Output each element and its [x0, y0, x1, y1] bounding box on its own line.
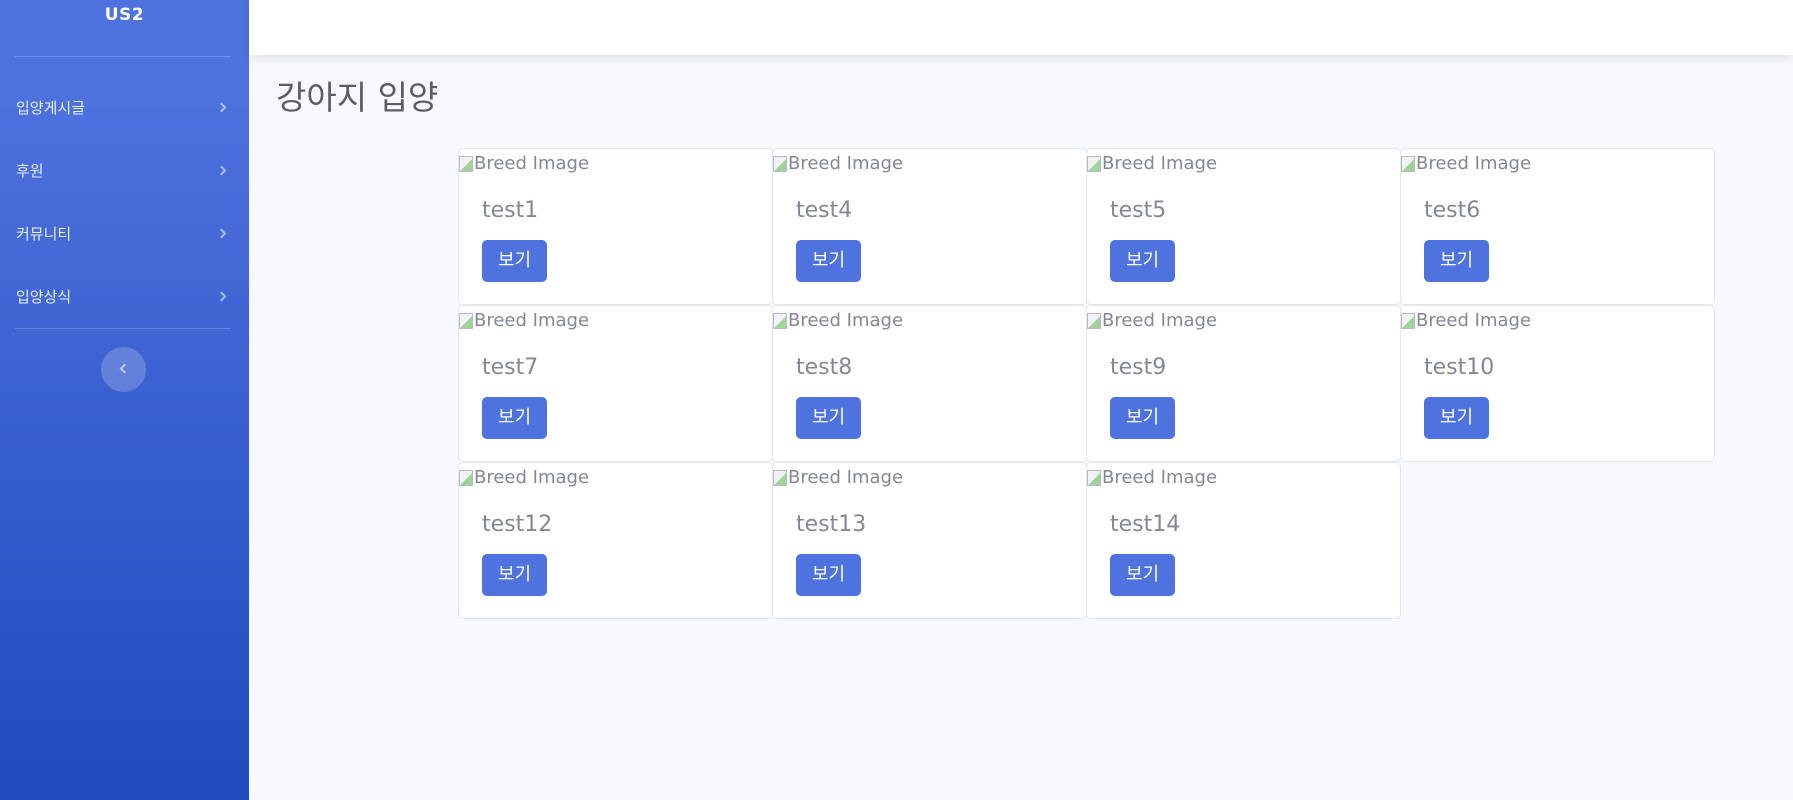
chevron-right-icon — [216, 165, 227, 175]
sidebar-item-label: 입양상식 — [16, 287, 72, 306]
breed-image-alt: Breed Image — [1416, 153, 1532, 174]
breed-card: Breed Image test4 보기 — [772, 148, 1087, 305]
broken-image-icon — [1087, 470, 1101, 486]
breed-image: Breed Image — [773, 467, 903, 489]
breed-card: Breed Image test8 보기 — [772, 305, 1087, 462]
view-button[interactable]: 보기 — [796, 397, 861, 439]
breed-image-alt: Breed Image — [1102, 467, 1218, 488]
sidebar-item-adoption-knowledge[interactable]: 입양상식 — [0, 276, 249, 316]
broken-image-icon — [773, 156, 787, 172]
breed-card-title: test9 — [1110, 355, 1167, 380]
sidebar-item-label: 커뮤니티 — [16, 224, 72, 243]
breed-image: Breed Image — [1087, 153, 1217, 175]
broken-image-icon — [459, 156, 473, 172]
sidebar-item-sponsorship[interactable]: 후원 — [0, 150, 249, 190]
breed-image-alt: Breed Image — [474, 467, 590, 488]
chevron-left-icon — [119, 363, 130, 374]
breed-card: Breed Image test12 보기 — [458, 462, 773, 619]
chevron-right-icon — [216, 291, 227, 301]
page-title: 강아지 입양 — [276, 78, 439, 117]
view-button[interactable]: 보기 — [1110, 240, 1175, 282]
breed-card-title: test12 — [482, 512, 553, 537]
sidebar-divider — [15, 328, 231, 329]
view-button[interactable]: 보기 — [482, 554, 547, 596]
sidebar-item-label: 후원 — [16, 161, 44, 180]
breed-card: Breed Image test6 보기 — [1400, 148, 1715, 305]
breed-card-title: test13 — [796, 512, 867, 537]
breed-image: Breed Image — [773, 153, 903, 175]
view-button[interactable]: 보기 — [796, 240, 861, 282]
breed-image: Breed Image — [1087, 467, 1217, 489]
breed-image: Breed Image — [459, 153, 589, 175]
topbar — [249, 0, 1793, 55]
sidebar-item-adoption-posts[interactable]: 입양게시글 — [0, 87, 249, 127]
breed-card-title: test1 — [482, 198, 539, 223]
chevron-right-icon — [216, 228, 227, 238]
breed-image: Breed Image — [459, 310, 589, 332]
breed-card: Breed Image test7 보기 — [458, 305, 773, 462]
view-button[interactable]: 보기 — [1110, 397, 1175, 439]
breed-card-title: test14 — [1110, 512, 1181, 537]
sidebar-toggle-button[interactable] — [101, 347, 146, 392]
breed-card: Breed Image test13 보기 — [772, 462, 1087, 619]
sidebar: US2 입양게시글 후원 커뮤니티 입양상식 — [0, 0, 249, 800]
breed-image-alt: Breed Image — [474, 310, 590, 331]
breed-card-title: test8 — [796, 355, 853, 380]
broken-image-icon — [773, 313, 787, 329]
breed-image-alt: Breed Image — [474, 153, 590, 174]
broken-image-icon — [1087, 156, 1101, 172]
breed-card-title: test6 — [1424, 198, 1481, 223]
breed-card: Breed Image test14 보기 — [1086, 462, 1401, 619]
breed-card-title: test10 — [1424, 355, 1495, 380]
breed-card: Breed Image test1 보기 — [458, 148, 773, 305]
view-button[interactable]: 보기 — [482, 397, 547, 439]
view-button[interactable]: 보기 — [1424, 397, 1489, 439]
broken-image-icon — [1401, 313, 1415, 329]
breed-card: Breed Image test9 보기 — [1086, 305, 1401, 462]
view-button[interactable]: 보기 — [1110, 554, 1175, 596]
breed-card-title: test5 — [1110, 198, 1167, 223]
breed-image: Breed Image — [1087, 310, 1217, 332]
breed-image-alt: Breed Image — [788, 310, 904, 331]
broken-image-icon — [1087, 313, 1101, 329]
chevron-right-icon — [216, 102, 227, 112]
view-button[interactable]: 보기 — [1424, 240, 1489, 282]
breed-card-title: test4 — [796, 198, 853, 223]
breed-image-alt: Breed Image — [1102, 153, 1218, 174]
breed-card: Breed Image test10 보기 — [1400, 305, 1715, 462]
breed-image-alt: Breed Image — [788, 153, 904, 174]
breed-image: Breed Image — [773, 310, 903, 332]
breed-image: Breed Image — [1401, 153, 1531, 175]
broken-image-icon — [1401, 156, 1415, 172]
sidebar-divider — [15, 56, 231, 57]
view-button[interactable]: 보기 — [796, 554, 861, 596]
breed-image-alt: Breed Image — [788, 467, 904, 488]
broken-image-icon — [459, 470, 473, 486]
breed-image: Breed Image — [459, 467, 589, 489]
brand-logo[interactable]: US2 — [0, 0, 249, 30]
sidebar-item-label: 입양게시글 — [16, 98, 86, 117]
breed-card-title: test7 — [482, 355, 539, 380]
breed-card: Breed Image test5 보기 — [1086, 148, 1401, 305]
broken-image-icon — [459, 313, 473, 329]
broken-image-icon — [773, 470, 787, 486]
breed-image: Breed Image — [1401, 310, 1531, 332]
sidebar-item-community[interactable]: 커뮤니티 — [0, 213, 249, 253]
breed-image-alt: Breed Image — [1416, 310, 1532, 331]
breed-image-alt: Breed Image — [1102, 310, 1218, 331]
view-button[interactable]: 보기 — [482, 240, 547, 282]
